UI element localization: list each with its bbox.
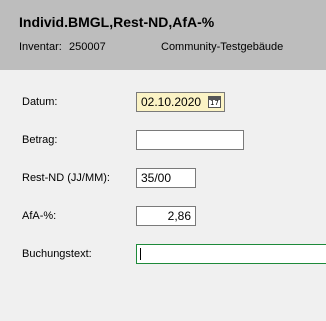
calendar-icon-day: 17 <box>210 99 219 107</box>
datum-field[interactable]: 02.10.2020 17 <box>136 92 225 112</box>
calendar-icon[interactable]: 17 <box>208 96 221 108</box>
afa-field[interactable]: 2,86 <box>136 206 196 226</box>
datum-value[interactable]: 02.10.2020 <box>141 93 201 111</box>
restnd-label: Rest-ND (JJ/MM): <box>22 172 110 184</box>
datum-label: Datum: <box>22 96 58 108</box>
text-cursor <box>140 248 141 260</box>
betrag-label: Betrag: <box>22 134 58 146</box>
betrag-field[interactable] <box>136 130 244 150</box>
inventar-label: Inventar: <box>19 41 62 53</box>
buchungstext-label: Buchungstext: <box>22 248 92 260</box>
inventar-name: Community-Testgebäude <box>161 41 284 53</box>
inventar-number: 250007 <box>69 41 106 53</box>
restnd-field[interactable]: 35/00 <box>136 168 196 188</box>
dialog-title: Individ.BMGL,Rest-ND,AfA-% <box>19 14 215 30</box>
afa-label: AfA-%: <box>22 210 57 222</box>
buchungstext-field[interactable] <box>136 244 326 264</box>
header-panel: Individ.BMGL,Rest-ND,AfA-% Inventar: 250… <box>0 0 326 70</box>
